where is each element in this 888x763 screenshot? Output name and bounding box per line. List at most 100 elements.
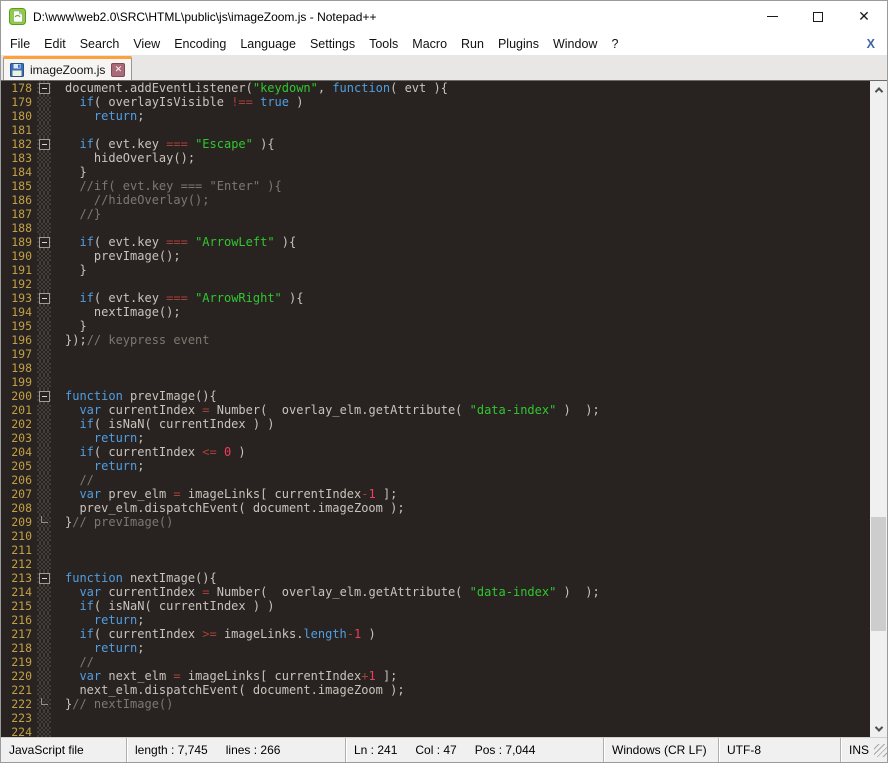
fold-margin[interactable] [37,81,51,95]
scroll-up-button[interactable] [870,81,887,98]
fold-margin[interactable] [37,501,51,515]
fold-margin[interactable] [37,109,51,123]
menu-item-run[interactable]: Run [454,34,491,54]
fold-collapse-icon[interactable] [39,83,50,94]
fold-margin[interactable] [37,249,51,263]
code-line[interactable]: 180 return; [1,109,870,123]
code-line[interactable]: 222}// nextImage() [1,697,870,711]
menu-item-search[interactable]: Search [73,34,127,54]
fold-margin[interactable] [37,291,51,305]
code-line[interactable]: 208 prev_elm.dispatchEvent( document.ima… [1,501,870,515]
code-line[interactable]: 218 return; [1,641,870,655]
code-line[interactable]: 223 [1,711,870,725]
fold-margin[interactable] [37,613,51,627]
fold-margin[interactable] [37,557,51,571]
fold-margin[interactable] [37,669,51,683]
code-line[interactable]: 209}// prevImage() [1,515,870,529]
fold-margin[interactable] [37,137,51,151]
fold-margin[interactable] [37,515,51,529]
code-line[interactable]: 206 // [1,473,870,487]
code-line[interactable]: 178document.addEventListener("keydown", … [1,81,870,95]
fold-margin[interactable] [37,123,51,137]
code-line[interactable]: 184 } [1,165,870,179]
tab-close-icon[interactable]: ✕ [111,63,125,77]
menu-item-macro[interactable]: Macro [405,34,454,54]
fold-margin[interactable] [37,655,51,669]
fold-collapse-icon[interactable] [39,293,50,304]
code-line[interactable]: 205 return; [1,459,870,473]
fold-margin[interactable] [37,697,51,711]
code-line[interactable]: 182 if( evt.key === "Escape" ){ [1,137,870,151]
code-line[interactable]: 191 } [1,263,870,277]
code-line[interactable]: 185 //if( evt.key === "Enter" ){ [1,179,870,193]
fold-margin[interactable] [37,725,51,737]
fold-margin[interactable] [37,151,51,165]
code-line[interactable]: 224 [1,725,870,737]
code-line[interactable]: 193 if( evt.key === "ArrowRight" ){ [1,291,870,305]
fold-margin[interactable] [37,431,51,445]
menu-item-view[interactable]: View [126,34,167,54]
fold-collapse-icon[interactable] [39,573,50,584]
fold-margin[interactable] [37,277,51,291]
fold-margin[interactable] [37,319,51,333]
fold-margin[interactable] [37,445,51,459]
code-line[interactable]: 189 if( evt.key === "ArrowLeft" ){ [1,235,870,249]
code-line[interactable]: 197 [1,347,870,361]
fold-margin[interactable] [37,95,51,109]
menu-item-file[interactable]: File [3,34,37,54]
code-line[interactable]: 216 return; [1,613,870,627]
fold-margin[interactable] [37,473,51,487]
code-line[interactable]: 214 var currentIndex = Number( overlay_e… [1,585,870,599]
code-line[interactable]: 207 var prev_elm = imageLinks[ currentIn… [1,487,870,501]
fold-margin[interactable] [37,235,51,249]
code-line[interactable]: 194 nextImage(); [1,305,870,319]
code-line[interactable]: 217 if( currentIndex >= imageLinks.lengt… [1,627,870,641]
fold-margin[interactable] [37,193,51,207]
fold-margin[interactable] [37,711,51,725]
menu-item-encoding[interactable]: Encoding [167,34,233,54]
code-line[interactable]: 192 [1,277,870,291]
maximize-button[interactable] [795,1,841,32]
fold-margin[interactable] [37,459,51,473]
code-line[interactable]: 200function prevImage(){ [1,389,870,403]
fold-collapse-icon[interactable] [39,391,50,402]
fold-margin[interactable] [37,529,51,543]
code-line[interactable]: 219 // [1,655,870,669]
resize-grip[interactable] [874,744,887,757]
fold-margin[interactable] [37,333,51,347]
fold-margin[interactable] [37,263,51,277]
code-line[interactable]: 199 [1,375,870,389]
code-line[interactable]: 221 next_elm.dispatchEvent( document.ima… [1,683,870,697]
fold-margin[interactable] [37,207,51,221]
code-line[interactable]: 202 if( isNaN( currentIndex ) ) [1,417,870,431]
code-line[interactable]: 186 //hideOverlay(); [1,193,870,207]
menu-item-tools[interactable]: Tools [362,34,405,54]
scrollbar-thumb[interactable] [871,517,886,631]
minimize-button[interactable] [749,1,795,32]
fold-margin[interactable] [37,305,51,319]
fold-margin[interactable] [37,543,51,557]
code-line[interactable]: 183 hideOverlay(); [1,151,870,165]
menu-item-plugins[interactable]: Plugins [491,34,546,54]
code-line[interactable]: 204 if( currentIndex <= 0 ) [1,445,870,459]
fold-margin[interactable] [37,627,51,641]
tab-imagezoom-js[interactable]: imageZoom.js ✕ [3,56,132,80]
code-line[interactable]: 210 [1,529,870,543]
code-line[interactable]: 190 prevImage(); [1,249,870,263]
fold-margin[interactable] [37,179,51,193]
close-document-button[interactable]: X [857,37,885,51]
code-line[interactable]: 212 [1,557,870,571]
menu-item-window[interactable]: Window [546,34,604,54]
fold-margin[interactable] [37,361,51,375]
scroll-down-button[interactable] [870,720,887,737]
code-lines[interactable]: 178document.addEventListener("keydown", … [1,81,870,737]
vertical-scrollbar[interactable] [870,81,887,737]
menu-item-edit[interactable]: Edit [37,34,73,54]
code-line[interactable]: 188 [1,221,870,235]
fold-margin[interactable] [37,641,51,655]
code-line[interactable]: 181 [1,123,870,137]
fold-margin[interactable] [37,599,51,613]
menu-item-settings[interactable]: Settings [303,34,362,54]
fold-margin[interactable] [37,389,51,403]
code-line[interactable]: 198 [1,361,870,375]
